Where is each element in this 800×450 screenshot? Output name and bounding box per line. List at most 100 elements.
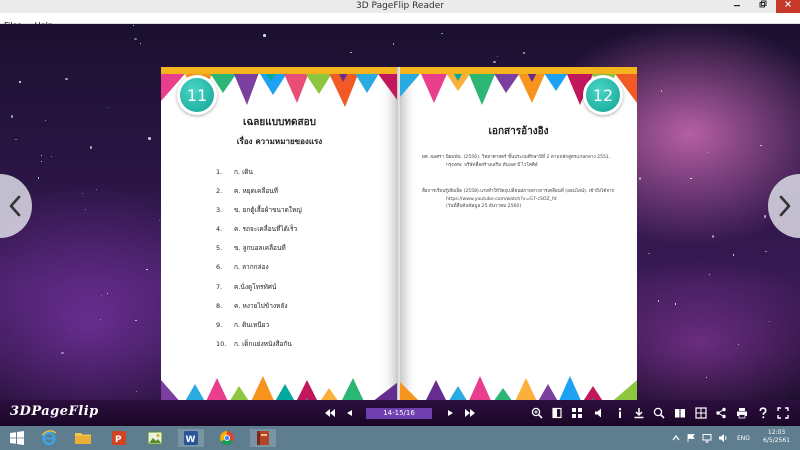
star — [765, 250, 767, 252]
print-button[interactable] — [735, 406, 749, 420]
tray-volume-icon[interactable] — [718, 433, 728, 443]
fast-forward-icon — [465, 409, 475, 417]
tray-network-icon[interactable] — [702, 433, 712, 443]
star — [441, 32, 443, 35]
star — [493, 60, 496, 64]
taskbar-powerpoint[interactable]: P — [106, 429, 132, 447]
minimize-button[interactable] — [726, 0, 748, 13]
tray-up-arrow-icon[interactable] — [672, 434, 680, 442]
maximize-button[interactable] — [752, 0, 774, 13]
star — [763, 215, 767, 218]
previous-page-button[interactable] — [0, 174, 32, 238]
help-button[interactable] — [756, 406, 770, 420]
item-number: 4. — [216, 225, 223, 234]
brand-logo: 3DPageFlip — [10, 404, 99, 419]
question-icon — [759, 407, 767, 419]
list-item: 5. ข. ลูกบอลเคลื่อนที่ — [216, 243, 302, 262]
star — [648, 252, 650, 254]
taskbar-image-app[interactable] — [142, 429, 168, 447]
thumbnails-button[interactable] — [570, 406, 584, 420]
printer-icon — [737, 408, 747, 419]
taskbar-pageflip-reader[interactable] — [250, 429, 276, 447]
flipbook[interactable]: 11 เฉลยแบบทดสอบ เรื่อง ความหมายของแรง 1.… — [161, 67, 639, 400]
decorative-triangle-band-bottom — [400, 376, 637, 400]
star — [45, 119, 47, 121]
search-icon — [653, 407, 665, 419]
item-text: ก. ลากกล่อง — [234, 263, 269, 272]
tray-flag-icon[interactable] — [686, 433, 696, 443]
star — [660, 90, 663, 92]
star — [89, 146, 93, 149]
taskbar-file-explorer[interactable] — [70, 429, 96, 447]
reader-toolbar: 3DPageFlip 14-15/16 — [0, 400, 800, 426]
next-page-button[interactable] — [768, 174, 800, 238]
taskbar-chrome[interactable] — [214, 429, 240, 447]
table-of-contents-button[interactable] — [694, 406, 708, 420]
star — [61, 351, 64, 355]
window-title: 3D PageFlip Reader — [356, 1, 444, 11]
right-page[interactable]: 12 เอกสารอ้างอิง ผศ. ผมศรา นิยมพัน. (255… — [400, 67, 637, 400]
download-button[interactable] — [632, 406, 646, 420]
reference-link[interactable]: https://www.youtube.com/watch?v=G7-cSOZ_… — [422, 196, 622, 204]
star — [148, 137, 151, 140]
next-page-toolbar-button[interactable] — [443, 406, 457, 420]
left-page[interactable]: 11 เฉลยแบบทดสอบ เรื่อง ความหมายของแรง 1.… — [161, 67, 398, 400]
reader-stage: 11 เฉลยแบบทดสอบ เรื่อง ความหมายของแรง 1.… — [0, 24, 800, 400]
star — [65, 77, 68, 80]
star — [108, 107, 110, 109]
taskbar-word[interactable]: W — [178, 429, 204, 447]
close-button[interactable] — [776, 0, 800, 13]
list-item: 1. ก. เดิน — [216, 167, 302, 186]
internet-explorer-icon — [41, 430, 57, 446]
star — [760, 144, 762, 147]
book-icon — [675, 409, 685, 418]
page-title: เฉลยแบบทดสอบ — [243, 117, 316, 128]
decorative-triangle-band-bottom — [161, 376, 398, 400]
book-reader-icon — [257, 431, 269, 445]
triangle-right-icon — [448, 410, 453, 416]
last-page-button[interactable] — [463, 406, 477, 420]
share-button[interactable] — [714, 406, 728, 420]
reference-line: (วันที่สืบค้นข้อมูล 25 ธันวาคม 2560) — [446, 204, 522, 209]
star — [40, 154, 42, 157]
star — [82, 192, 84, 194]
restore-icon — [759, 0, 767, 8]
taskbar-internet-explorer[interactable] — [36, 429, 62, 447]
single-page-icon — [552, 407, 562, 419]
star — [135, 320, 137, 322]
star — [711, 235, 715, 238]
info-icon — [618, 408, 622, 418]
star — [15, 139, 17, 141]
item-number: 6. — [216, 263, 223, 272]
bookmark-button[interactable] — [673, 406, 687, 420]
page-indicator[interactable]: 14-15/16 — [366, 408, 432, 419]
system-clock[interactable]: 12:03 6/5/2561 — [763, 429, 790, 445]
single-page-button[interactable] — [550, 406, 564, 420]
fullscreen-button[interactable] — [776, 406, 790, 420]
prev-page-toolbar-button[interactable] — [343, 406, 357, 420]
list-item: 10. ก. เด็กแย่งหนังสือกัน — [216, 339, 302, 358]
item-text: ข. ยกตู้เสื้อผ้าขนาดใหญ่ — [234, 206, 302, 215]
page-subtitle: เรื่อง ความหมายของแรง — [236, 137, 323, 146]
star — [768, 321, 771, 323]
info-button[interactable] — [613, 406, 627, 420]
star — [350, 52, 352, 54]
item-text: ค. หยุดเคลื่อนที่ — [234, 187, 278, 196]
title-bar: 3D PageFlip Reader — [0, 0, 800, 13]
sound-button[interactable] — [592, 406, 606, 420]
first-page-button[interactable] — [323, 406, 337, 420]
star — [146, 268, 148, 270]
gold-strip-top — [161, 67, 398, 74]
close-icon — [785, 1, 791, 7]
star — [19, 81, 21, 83]
thumbnails-icon — [572, 408, 582, 418]
page-number-badge: 11 — [177, 75, 217, 115]
windows-logo-icon — [10, 431, 24, 445]
start-button[interactable] — [4, 429, 30, 447]
item-text: ค.นั่งดูโทรทัศน์ — [234, 282, 277, 291]
input-language[interactable]: ENG — [737, 435, 750, 442]
zoom-button[interactable] — [530, 406, 544, 420]
reference-entry: สื่อการเรียนรู้เสียเอ็ด (2558).แรงทำให้ว… — [422, 188, 622, 211]
star — [101, 294, 103, 297]
search-button[interactable] — [652, 406, 666, 420]
